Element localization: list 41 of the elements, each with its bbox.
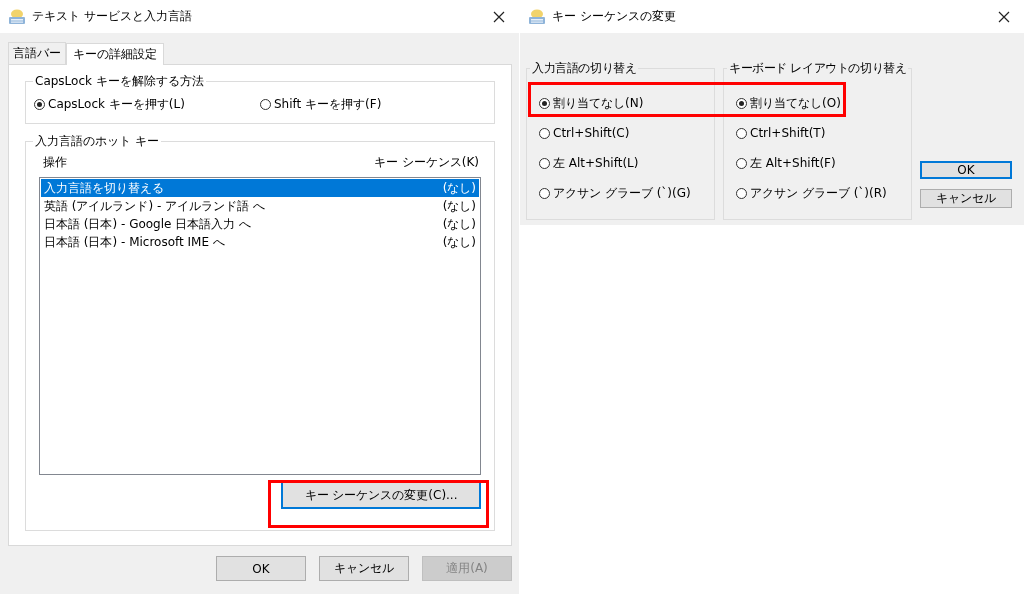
sequence-text: (なし)	[442, 216, 476, 233]
radio-option[interactable]: Ctrl+Shift(T)	[736, 125, 911, 141]
radio-option[interactable]: 左 Alt+Shift(L)	[539, 155, 714, 171]
group-title: キーボード レイアウトの切り替え	[727, 61, 909, 75]
tab[interactable]: キーの詳細設定	[66, 43, 164, 65]
group-title: 入力言語の切り替え	[530, 61, 639, 75]
radio-option[interactable]: Shift キーを押す(F)	[260, 96, 486, 112]
action-text: 英語 (アイルランド) - アイルランド語 へ	[44, 198, 265, 215]
dialog-button[interactable]: キャンセル	[920, 189, 1012, 208]
radio-option[interactable]: 割り当てなし(N)	[539, 95, 714, 111]
close-icon[interactable]	[493, 10, 505, 23]
list-row[interactable]: 英語 (アイルランド) - アイルランド語 へ (なし)	[41, 197, 479, 215]
column-header: キー シーケンス(K)	[373, 154, 479, 171]
close-icon[interactable]	[998, 10, 1010, 23]
tab[interactable]: 言語バー	[8, 42, 66, 64]
sequence-text: (なし)	[442, 234, 476, 251]
keyboard-icon	[528, 8, 546, 25]
radio-option[interactable]: アクサン グラーブ (`)(R)	[736, 185, 911, 201]
radio-option[interactable]: 左 Alt+Shift(F)	[736, 155, 911, 171]
window-title: キー シーケンスの変更	[552, 8, 677, 25]
action-text: 日本語 (日本) - Microsoft IME へ	[44, 234, 225, 251]
sequence-text: (なし)	[442, 198, 476, 215]
dialog-button[interactable]: OK	[216, 556, 306, 581]
radio-option[interactable]: 割り当てなし(O)	[736, 95, 911, 111]
action-text: 入力言語を切り替える	[44, 180, 164, 197]
dialog-button[interactable]: OK	[920, 161, 1012, 179]
change-key-sequence-button[interactable]: キー シーケンスの変更(C)...	[281, 481, 481, 509]
list-row[interactable]: 日本語 (日本) - Microsoft IME へ (なし)	[41, 233, 479, 251]
list-row[interactable]: 入力言語を切り替える (なし)	[41, 179, 479, 197]
column-header: 操作	[43, 154, 67, 171]
group-title: CapsLock キーを解除する方法	[33, 74, 206, 88]
window-title: テキスト サービスと入力言語	[32, 8, 193, 25]
group-title: 入力言語のホット キー	[33, 134, 161, 148]
radio-option[interactable]: Ctrl+Shift(C)	[539, 125, 714, 141]
radio-option[interactable]: CapsLock キーを押す(L)	[34, 96, 260, 112]
keyboard-icon	[8, 8, 26, 25]
action-text: 日本語 (日本) - Google 日本語入力 へ	[44, 216, 252, 233]
sequence-text: (なし)	[442, 180, 476, 197]
radio-option[interactable]: アクサン グラーブ (`)(G)	[539, 185, 714, 201]
list-row[interactable]: 日本語 (日本) - Google 日本語入力 へ (なし)	[41, 215, 479, 233]
dialog-button[interactable]: キャンセル	[319, 556, 409, 581]
